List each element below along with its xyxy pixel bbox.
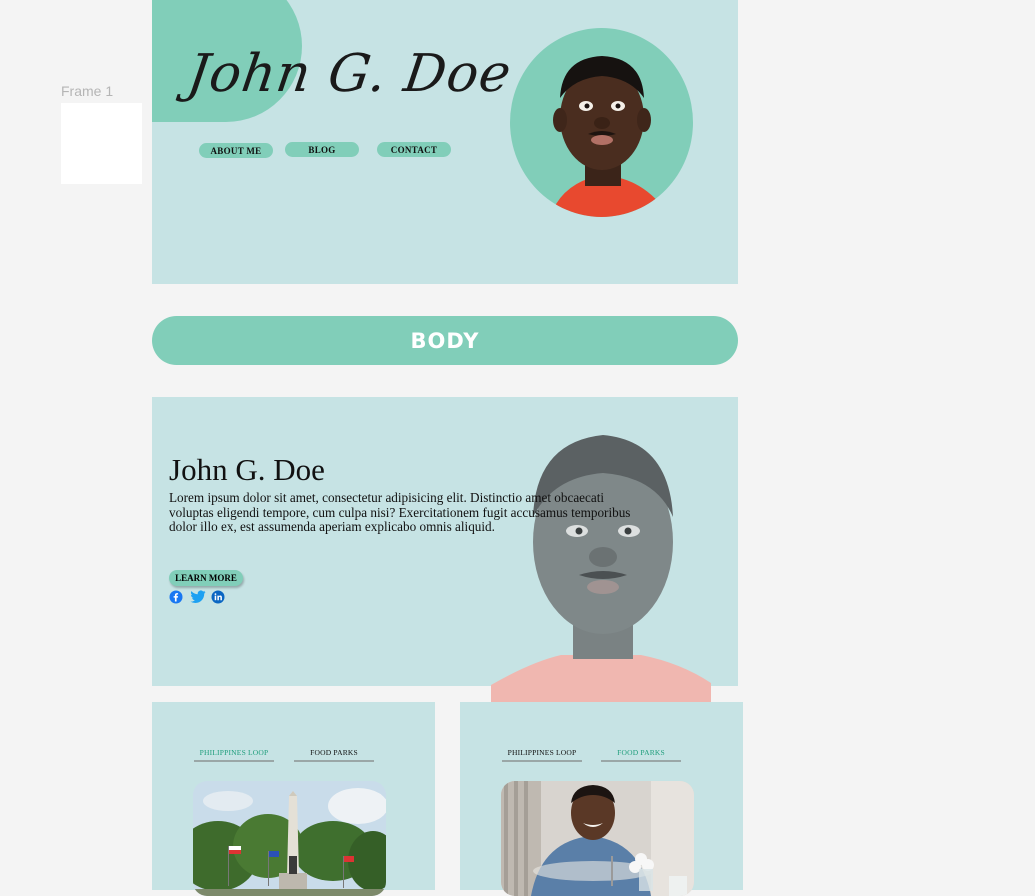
tab-food-parks[interactable]: FOOD PARKS [601,748,681,762]
hero-portrait-image [491,435,711,702]
tab-philippines-loop[interactable]: PHILIPPINES LOOP [194,748,274,762]
philippines-monument-photo [193,781,386,896]
hero-description: Lorem ipsum dolor sit amet, consectetur … [169,490,631,534]
body-banner: BODY [152,316,738,365]
frame-label[interactable]: Frame 1 [61,83,113,99]
hero-section: John G. Doe Lorem ipsum dolor sit amet, … [152,397,738,702]
facebook-icon[interactable] [169,590,183,604]
gallery-card-philippines: PHILIPPINES LOOP FOOD PARKS [152,702,435,896]
nav-about-me-button[interactable]: ABOUT ME [199,143,273,158]
learn-more-button[interactable]: LEARN MORE [169,570,243,586]
twitter-icon[interactable] [190,590,206,604]
tab-food-parks[interactable]: FOOD PARKS [294,748,374,762]
body-banner-label: BODY [410,328,480,353]
profile-avatar [510,28,693,217]
site-logo[interactable]: John G. Doe [184,44,516,104]
gallery-card-food-parks: PHILIPPINES LOOP FOOD PARKS [460,702,743,896]
food-parks-diner-photo [501,781,694,896]
nav-contact-button[interactable]: CONTACT [377,142,451,157]
hero-title: John G. Doe [169,452,325,487]
nav-blog-button[interactable]: BLOG [285,142,359,157]
frame-thumbnail[interactable] [61,103,142,184]
tab-philippines-loop[interactable]: PHILIPPINES LOOP [502,748,582,762]
linkedin-icon[interactable] [211,590,225,604]
header-section: John G. Doe ABOUT ME BLOG CONTACT [152,0,738,284]
